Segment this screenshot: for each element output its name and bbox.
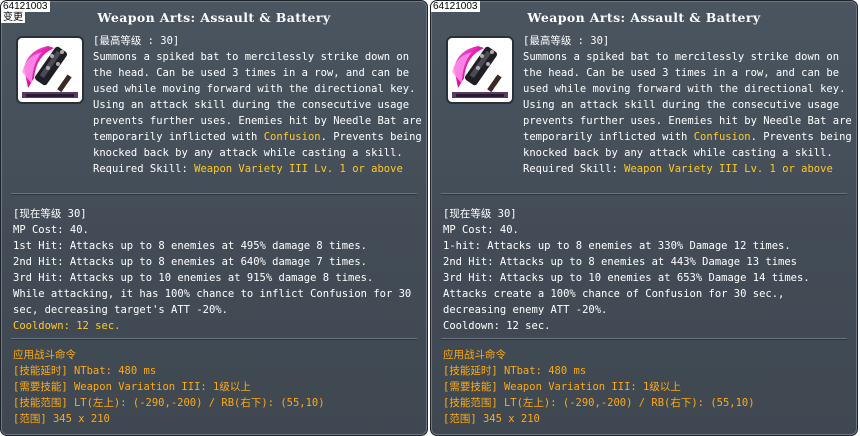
battle-line: [需要技能] Weapon Variation III: 1级以上 (13, 381, 251, 393)
current-level-block: [现在等级 30] MP Cost: 40. 1st Hit: Attacks … (13, 206, 423, 334)
cooldown: Cooldown: 12 sec. (13, 320, 121, 332)
stat-line: 1st Hit: Attacks up to 8 enemies at 495%… (13, 240, 368, 252)
description-text: Summons a spiked bat to mercilessly stri… (523, 51, 852, 159)
required-skill: Required Skill: Weapon Variety III Lv. 1… (523, 163, 833, 175)
divider (11, 338, 417, 340)
skill-title: Weapon Arts: Assault & Battery (97, 10, 331, 25)
stat-line: 2nd Hit: Attacks up to 8 enemies at 443%… (443, 256, 798, 268)
stat-line: MP Cost: 40. (13, 224, 89, 236)
skill-tooltip-left: 64121003 变更 Weapon Arts: Assault & Batte… (0, 0, 428, 436)
skill-description: [最高等级 : 30] Summons a spiked bat to merc… (93, 33, 423, 177)
stat-line: 3rd Hit: Attacks up to 10 enemies at 653… (443, 272, 810, 284)
battle-line: [范围] 345 x 210 (443, 413, 540, 425)
current-level: [现在等级 30] (443, 208, 517, 220)
skill-title: Weapon Arts: Assault & Battery (527, 10, 761, 25)
stat-line: MP Cost: 40. (443, 224, 519, 236)
skill-tooltip-right: 64121003 Weapon Arts: Assault & Battery (430, 0, 858, 436)
stat-line: 1-hit: Attacks up to 8 enemies at 330% D… (443, 240, 791, 252)
required-skill-value: Weapon Variety III Lv. 1 or above (194, 163, 403, 175)
confusion-highlight: Confusion (263, 131, 321, 143)
battle-header: 应用战斗命令 (443, 349, 506, 361)
current-level-block: [现在等级 30] MP Cost: 40. 1-hit: Attacks up… (443, 206, 853, 334)
battle-command-block: 应用战斗命令 [技能延时] NTbat: 480 ms [需要技能] Weapo… (13, 347, 423, 427)
battle-header: 应用战斗命令 (13, 349, 76, 361)
battle-line: [范围] 345 x 210 (13, 413, 110, 425)
divider (11, 193, 417, 195)
current-level: [现在等级 30] (13, 208, 87, 220)
battle-line: [技能范围] LT(左上): (-290,-200) / RB(右下): (55… (13, 397, 325, 409)
description-text: Summons a spiked bat to mercilessly stri… (93, 51, 422, 159)
battle-line: [技能延时] NTbat: 480 ms (13, 365, 157, 377)
max-level: [最高等级 : 30] (93, 35, 180, 47)
max-level: [最高等级 : 30] (523, 35, 610, 47)
stat-line: 3rd Hit: Attacks up to 10 enemies at 915… (13, 272, 374, 284)
stat-line: While attacking, it has 100% chance to i… (13, 288, 412, 316)
battle-line: [技能延时] NTbat: 480 ms (443, 365, 587, 377)
battle-line: [技能范围] LT(左上): (-290,-200) / RB(右下): (55… (443, 397, 755, 409)
cooldown: Cooldown: 12 sec. (443, 320, 551, 332)
divider (441, 338, 847, 340)
skill-description: [最高等级 : 30] Summons a spiked bat to merc… (523, 33, 853, 177)
skill-icon-spiked-bat (16, 36, 84, 104)
confusion-highlight: Confusion (693, 131, 751, 143)
skill-icon-spiked-bat (446, 36, 514, 104)
required-skill: Required Skill: Weapon Variety III Lv. 1… (93, 163, 403, 175)
required-skill-value: Weapon Variety III Lv. 1 or above (624, 163, 833, 175)
stat-line: 2nd Hit: Attacks up to 8 enemies at 640%… (13, 256, 368, 268)
battle-command-block: 应用战斗命令 [技能延时] NTbat: 480 ms [需要技能] Weapo… (443, 347, 853, 427)
divider (441, 193, 847, 195)
stat-line: Attacks create a 100% chance of Confusio… (443, 288, 785, 316)
battle-line: [需要技能] Weapon Variation III: 1级以上 (443, 381, 681, 393)
